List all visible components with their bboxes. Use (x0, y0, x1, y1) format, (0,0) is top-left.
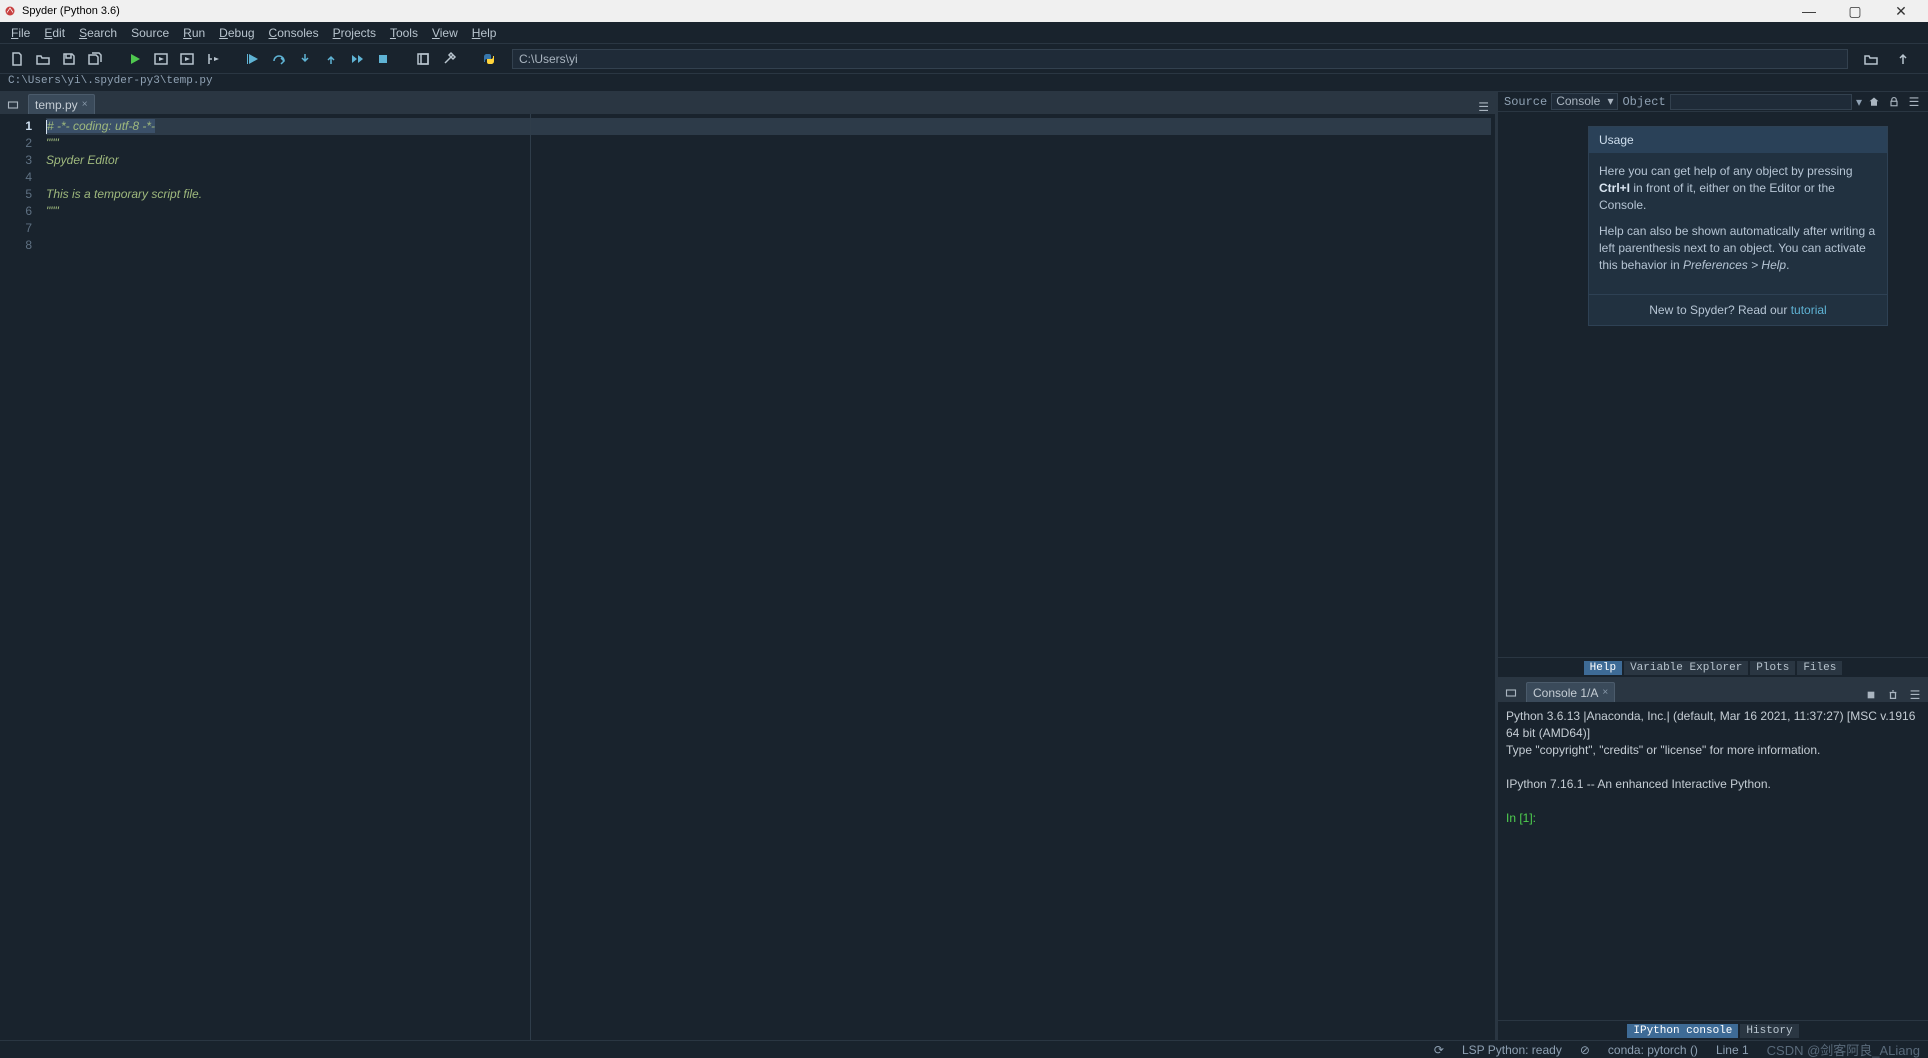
run-selection-button[interactable] (202, 48, 224, 70)
console-options: ☰ (1864, 688, 1922, 702)
menu-bar: File Edit Search Source Run Debug Consol… (0, 22, 1928, 44)
status-lsp: LSP Python: ready (1462, 1043, 1562, 1057)
python-path-button[interactable] (478, 48, 500, 70)
menu-view[interactable]: View (425, 24, 465, 42)
help-toolbar: Source Console ▾ Object ▾ ☰ (1498, 92, 1928, 112)
help-home-icon[interactable] (1866, 94, 1882, 110)
browse-dir-button[interactable] (1860, 48, 1882, 70)
menu-file[interactable]: File (4, 24, 37, 42)
code-area[interactable]: # -*- coding: utf-8 -*- """ Spyder Edito… (40, 114, 1495, 1040)
parent-dir-button[interactable] (1892, 48, 1914, 70)
run-button[interactable] (124, 48, 146, 70)
open-file-button[interactable] (32, 48, 54, 70)
console-tab-bar: Console 1/A × ☰ (1498, 680, 1928, 702)
help-object-label: Object (1622, 95, 1665, 109)
debug-button[interactable] (242, 48, 264, 70)
right-column: Source Console ▾ Object ▾ ☰ Usage Here y… (1498, 92, 1928, 1040)
step-over-button[interactable] (268, 48, 290, 70)
help-object-input[interactable] (1670, 94, 1852, 110)
editor-browse-tabs-button[interactable] (4, 96, 22, 114)
tab-ipython-console[interactable]: IPython console (1627, 1024, 1738, 1038)
step-into-button[interactable] (294, 48, 316, 70)
usage-footer: New to Spyder? Read our tutorial (1589, 294, 1887, 325)
maximize-button[interactable]: ▢ (1832, 0, 1878, 22)
editor-pane: temp.py × ☰ 1 2 3 4 5 6 7 8 # -*- coding… (0, 92, 1498, 1040)
stop-debug-button[interactable] (372, 48, 394, 70)
env-icon: ⊘ (1580, 1043, 1590, 1057)
editor-options-button[interactable]: ☰ (1478, 100, 1489, 114)
console-browse-tabs-button[interactable] (1502, 684, 1520, 702)
close-tab-icon[interactable]: × (82, 99, 88, 110)
usage-card: Usage Here you can get help of any objec… (1588, 126, 1888, 326)
file-path-label: C:\Users\yi\.spyder-py3\temp.py (0, 74, 1928, 92)
menu-search[interactable]: Search (72, 24, 124, 42)
menu-run[interactable]: Run (176, 24, 212, 42)
new-file-button[interactable] (6, 48, 28, 70)
close-button[interactable]: ✕ (1878, 0, 1924, 22)
help-bottom-tabs: Help Variable Explorer Plots Files (1498, 657, 1928, 677)
window-title: Spyder (Python 3.6) (22, 5, 1786, 17)
run-cell-next-button[interactable] (176, 48, 198, 70)
save-button[interactable] (58, 48, 80, 70)
tab-history[interactable]: History (1740, 1024, 1798, 1038)
run-cell-button[interactable] (150, 48, 172, 70)
menu-projects[interactable]: Projects (326, 24, 383, 42)
console-prompt: In [1]: (1506, 811, 1539, 825)
working-dir-input[interactable]: C:\Users\yi (512, 49, 1848, 69)
console-close-icon[interactable]: × (1602, 687, 1608, 698)
preferences-button[interactable] (438, 48, 460, 70)
status-env: conda: pytorch () (1608, 1043, 1698, 1057)
menu-edit[interactable]: Edit (37, 24, 72, 42)
tab-variable-explorer[interactable]: Variable Explorer (1624, 661, 1748, 675)
watermark-text: CSDN @剑客阿良_ALiang (1767, 1040, 1920, 1058)
help-options-icon[interactable]: ☰ (1906, 94, 1922, 110)
window-controls: — ▢ ✕ (1786, 0, 1924, 22)
usage-body: Here you can get help of any object by p… (1589, 153, 1887, 294)
help-source-combo[interactable]: Console ▾ (1551, 93, 1618, 110)
status-bar: ⟳ LSP Python: ready ⊘ conda: pytorch () … (0, 1040, 1928, 1058)
main-toolbar: C:\Users\yi (0, 44, 1928, 74)
tab-files[interactable]: Files (1797, 661, 1842, 675)
help-body: Usage Here you can get help of any objec… (1498, 112, 1928, 657)
usage-title: Usage (1589, 127, 1887, 153)
menu-help[interactable]: Help (465, 24, 504, 42)
console-options-icon[interactable]: ☰ (1908, 688, 1922, 702)
editor-tab-bar: temp.py × ☰ (0, 92, 1495, 114)
console-pane: Console 1/A × ☰ Python 3.6.13 |Anaconda,… (1498, 680, 1928, 1040)
step-out-button[interactable] (320, 48, 342, 70)
editor-tab-label: temp.py (35, 98, 78, 112)
status-line: Line 1 (1716, 1043, 1749, 1057)
tab-help[interactable]: Help (1584, 661, 1622, 675)
tab-plots[interactable]: Plots (1750, 661, 1795, 675)
tutorial-link[interactable]: tutorial (1791, 303, 1827, 317)
spyder-app-icon (4, 5, 16, 17)
console-tab[interactable]: Console 1/A × (1526, 682, 1615, 702)
editor-body[interactable]: 1 2 3 4 5 6 7 8 # -*- coding: utf-8 -*- … (0, 114, 1495, 1040)
interrupt-kernel-icon[interactable] (1864, 688, 1878, 702)
console-tab-label: Console 1/A (1533, 686, 1598, 700)
save-all-button[interactable] (84, 48, 106, 70)
title-bar: Spyder (Python 3.6) — ▢ ✕ (0, 0, 1928, 22)
editor-tab-temp[interactable]: temp.py × (28, 94, 95, 114)
remove-console-icon[interactable] (1886, 688, 1900, 702)
console-bottom-tabs: IPython console History (1498, 1020, 1928, 1040)
console-output[interactable]: Python 3.6.13 |Anaconda, Inc.| (default,… (1498, 702, 1928, 1020)
column-guide (530, 114, 531, 1040)
line-gutter: 1 2 3 4 5 6 7 8 (0, 114, 40, 1040)
menu-consoles[interactable]: Consoles (262, 24, 326, 42)
menu-tools[interactable]: Tools (383, 24, 425, 42)
help-source-label: Source (1504, 95, 1547, 109)
max-pane-button[interactable] (412, 48, 434, 70)
menu-source[interactable]: Source (124, 24, 176, 42)
help-lock-icon[interactable] (1886, 94, 1902, 110)
menu-debug[interactable]: Debug (212, 24, 261, 42)
continue-button[interactable] (346, 48, 368, 70)
minimize-button[interactable]: — (1786, 0, 1832, 22)
spinner-icon: ⟳ (1434, 1043, 1444, 1057)
main-content: temp.py × ☰ 1 2 3 4 5 6 7 8 # -*- coding… (0, 92, 1928, 1040)
help-pane: Source Console ▾ Object ▾ ☰ Usage Here y… (1498, 92, 1928, 680)
